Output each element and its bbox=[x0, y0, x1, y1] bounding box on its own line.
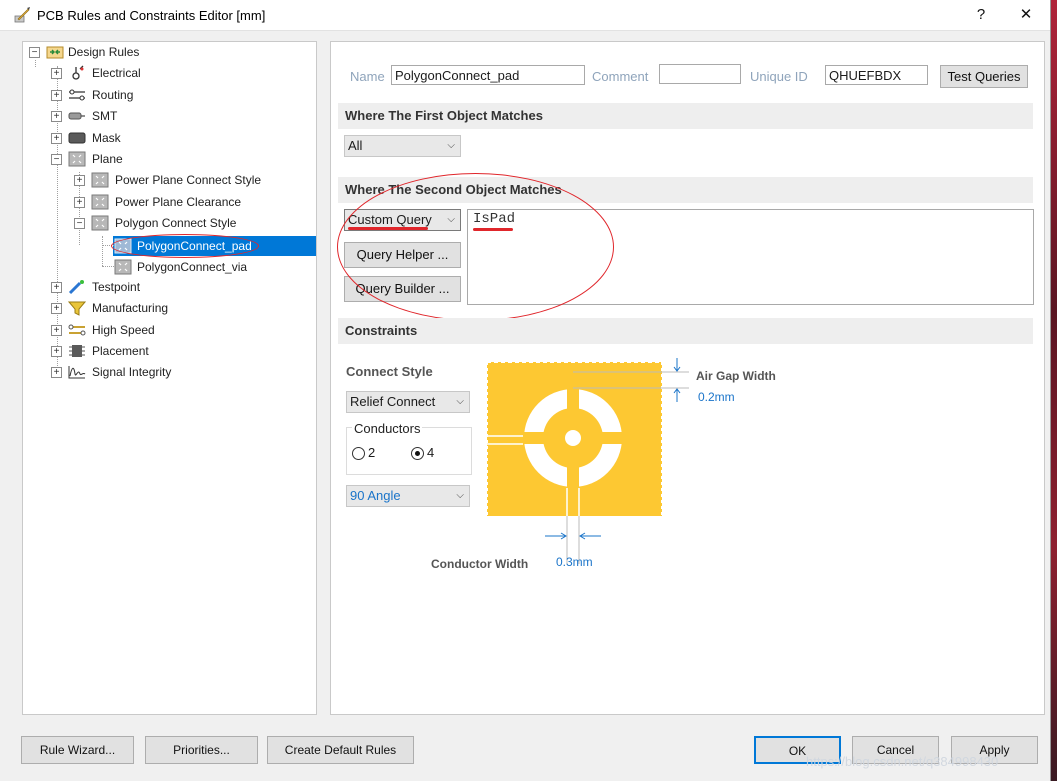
red-annotation-ellipse-query bbox=[337, 173, 614, 321]
tree-label: PolygonConnect_via bbox=[137, 260, 248, 274]
select-value: All bbox=[348, 138, 363, 153]
air-gap-value[interactable]: 0.2mm bbox=[698, 390, 735, 404]
conductors-radio-2[interactable] bbox=[352, 447, 365, 460]
tree-label: Placement bbox=[92, 344, 149, 358]
placement-icon bbox=[69, 345, 85, 357]
create-default-rules-button[interactable]: Create Default Rules bbox=[267, 736, 414, 764]
tree-label: High Speed bbox=[92, 323, 155, 337]
manufacturing-icon bbox=[68, 301, 86, 316]
air-gap-label: Air Gap Width bbox=[696, 369, 776, 383]
select-value: 90 Angle bbox=[350, 488, 401, 503]
routing-icon bbox=[69, 89, 85, 101]
priorities-button[interactable]: Priorities... bbox=[145, 736, 258, 764]
tree-line bbox=[102, 266, 114, 267]
tree-label: Testpoint bbox=[92, 280, 141, 294]
name-label: Name bbox=[350, 69, 385, 84]
unique-id-label: Unique ID bbox=[750, 69, 808, 84]
tree-label: Power Plane Clearance bbox=[115, 195, 242, 209]
high-speed-icon bbox=[68, 324, 86, 336]
tree-label: Mask bbox=[92, 131, 121, 145]
connect-style-select[interactable]: Relief Connect ⌵ bbox=[346, 391, 470, 413]
design-rules-icon bbox=[46, 46, 64, 59]
conductors-radio-4[interactable] bbox=[411, 447, 424, 460]
expand-toggle-icon[interactable]: + bbox=[51, 282, 62, 293]
first-object-scope-select[interactable]: All ⌵ bbox=[344, 135, 461, 157]
expand-toggle-icon[interactable]: + bbox=[51, 325, 62, 336]
tree-line bbox=[35, 60, 36, 67]
chevron-down-icon: ⌵ bbox=[456, 396, 464, 407]
chevron-down-icon: ⌵ bbox=[447, 140, 455, 151]
expand-toggle-icon[interactable]: + bbox=[51, 111, 62, 122]
background-pcb-canvas bbox=[1050, 0, 1057, 781]
expand-toggle-icon[interactable]: + bbox=[51, 367, 62, 378]
angle-select[interactable]: 90 Angle ⌵ bbox=[346, 485, 470, 507]
help-button[interactable]: ? bbox=[966, 4, 996, 26]
tree-label: Electrical bbox=[92, 66, 141, 80]
comment-field[interactable] bbox=[659, 64, 741, 84]
tree-label: Design Rules bbox=[68, 45, 140, 59]
radio-dot-icon bbox=[415, 451, 420, 456]
tree-label: Power Plane Connect Style bbox=[115, 173, 262, 187]
conductors-radio-2-label: 2 bbox=[368, 445, 376, 460]
conductors-group: Conductors 2 4 bbox=[346, 421, 472, 475]
conductor-width-value[interactable]: 0.3mm bbox=[556, 555, 593, 569]
expand-toggle-icon[interactable]: + bbox=[74, 197, 85, 208]
collapse-toggle-icon[interactable]: − bbox=[29, 47, 40, 58]
name-field[interactable]: PolygonConnect_pad bbox=[391, 65, 585, 85]
testpoint-icon bbox=[68, 280, 84, 295]
expand-toggle-icon[interactable]: + bbox=[74, 175, 85, 186]
expand-toggle-icon[interactable]: + bbox=[51, 133, 62, 144]
expand-toggle-icon[interactable]: + bbox=[51, 303, 62, 314]
mask-icon bbox=[68, 132, 86, 144]
conductors-radio-4-label: 4 bbox=[427, 445, 435, 460]
tree-label: Manufacturing bbox=[92, 301, 169, 315]
tree-label: Routing bbox=[92, 88, 134, 102]
expand-toggle-icon[interactable]: + bbox=[51, 90, 62, 101]
unique-id-field[interactable]: QHUEFBDX bbox=[825, 65, 928, 85]
plane-rule-icon bbox=[91, 194, 109, 210]
title-bar: PCB Rules and Constraints Editor [mm] ? … bbox=[0, 0, 1050, 31]
expand-toggle-icon[interactable]: + bbox=[51, 346, 62, 357]
close-button[interactable]: ✕ bbox=[1011, 4, 1041, 26]
collapse-toggle-icon[interactable]: − bbox=[74, 218, 85, 229]
rule-wizard-button[interactable]: Rule Wizard... bbox=[21, 736, 134, 764]
comment-label: Comment bbox=[592, 69, 649, 84]
red-annotation-ellipse-pad bbox=[111, 234, 259, 258]
rule-icon bbox=[114, 259, 132, 275]
collapse-toggle-icon[interactable]: − bbox=[51, 154, 62, 165]
rules-editor-dialog: PCB Rules and Constraints Editor [mm] ? … bbox=[0, 0, 1051, 781]
tree-label: Plane bbox=[92, 152, 123, 166]
window-title: PCB Rules and Constraints Editor [mm] bbox=[37, 8, 266, 23]
electrical-icon bbox=[72, 65, 84, 80]
select-value: Relief Connect bbox=[350, 394, 436, 409]
plane-rule-icon bbox=[91, 172, 109, 188]
conductors-label: Conductors bbox=[352, 421, 423, 436]
tree-label: SMT bbox=[92, 109, 118, 123]
rule-properties-panel: Name PolygonConnect_pad Comment Unique I… bbox=[330, 41, 1045, 715]
plane-rule-icon bbox=[91, 215, 109, 231]
first-object-header: Where The First Object Matches bbox=[338, 103, 1033, 129]
constraints-header: Constraints bbox=[338, 318, 1033, 344]
signal-integrity-icon bbox=[68, 366, 86, 379]
plane-icon bbox=[68, 151, 86, 167]
chevron-down-icon: ⌵ bbox=[456, 490, 464, 501]
smt-icon bbox=[68, 112, 85, 120]
tree-label: Signal Integrity bbox=[92, 365, 172, 379]
tree-label: Polygon Connect Style bbox=[115, 216, 237, 230]
connect-style-label: Connect Style bbox=[346, 364, 433, 379]
tree-line bbox=[102, 236, 103, 266]
relief-connect-diagram bbox=[486, 358, 689, 564]
app-icon bbox=[14, 7, 30, 23]
conductor-width-label: Conductor Width bbox=[431, 557, 529, 571]
watermark-text: https://blog.csdn.net/q384998430 bbox=[806, 754, 999, 769]
expand-toggle-icon[interactable]: + bbox=[51, 68, 62, 79]
test-queries-button[interactable]: Test Queries bbox=[940, 65, 1028, 88]
rules-tree: − Design Rules + Electrical + Routing + … bbox=[22, 41, 317, 715]
